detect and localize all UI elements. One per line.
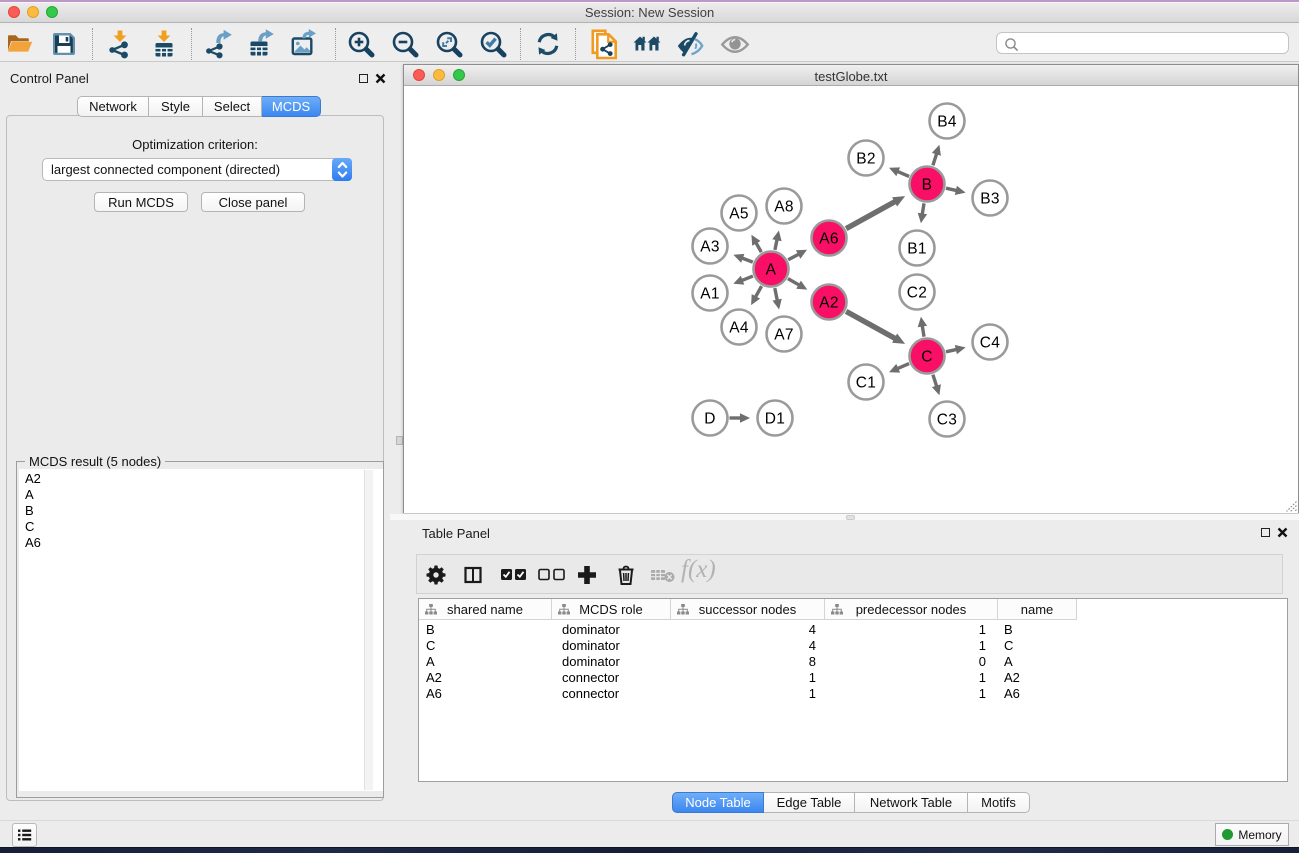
svg-text:D: D: [704, 411, 716, 428]
svg-text:B: B: [922, 177, 933, 194]
svg-text:A7: A7: [774, 327, 794, 344]
svg-text:D1: D1: [765, 411, 785, 428]
svg-text:A8: A8: [774, 199, 794, 216]
svg-text:A1: A1: [700, 286, 720, 303]
svg-text:C2: C2: [907, 285, 927, 302]
svg-text:C1: C1: [856, 375, 876, 392]
svg-text:B1: B1: [907, 241, 927, 258]
svg-text:B3: B3: [980, 191, 1000, 208]
svg-text:A2: A2: [819, 295, 839, 312]
svg-text:B4: B4: [937, 114, 957, 131]
svg-text:B2: B2: [856, 151, 876, 168]
svg-text:A: A: [766, 262, 777, 279]
svg-text:A4: A4: [729, 320, 749, 337]
svg-text:C3: C3: [937, 412, 957, 429]
svg-text:A6: A6: [819, 231, 839, 248]
svg-text:A3: A3: [700, 239, 720, 256]
svg-text:C4: C4: [980, 335, 1000, 352]
svg-text:A5: A5: [729, 206, 749, 223]
svg-text:C: C: [921, 349, 933, 366]
